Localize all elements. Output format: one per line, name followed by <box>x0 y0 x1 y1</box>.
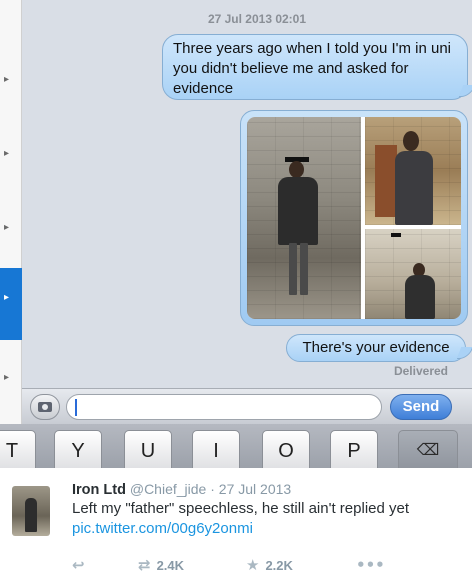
person-head <box>403 131 419 151</box>
key-u[interactable]: U <box>124 430 172 468</box>
selected-conversation[interactable]: ▸ <box>0 268 22 340</box>
camera-button[interactable] <box>30 394 60 420</box>
graduation-photo-full[interactable] <box>247 117 361 319</box>
tweet[interactable]: Iron Ltd @Chief_jide · 27 Jul 2013 Left … <box>0 468 472 582</box>
photo-message-bubble[interactable] <box>240 110 468 326</box>
tweet-text: Left my "father" speechless, he still ai… <box>72 500 410 517</box>
tweet-link[interactable]: pic.twitter.com/00g6y2onmi <box>72 520 253 537</box>
send-button[interactable]: Send <box>390 394 452 420</box>
favorite-button[interactable]: ★ 2.2K <box>246 556 293 574</box>
key-y[interactable]: Y <box>54 430 102 468</box>
bubble-tail <box>456 347 472 359</box>
tweet-header: Iron Ltd @Chief_jide · 27 Jul 2013 <box>72 481 291 498</box>
backspace-icon: ⌫ <box>416 442 440 459</box>
text-caret <box>75 399 77 416</box>
person-head <box>289 161 304 178</box>
message-input-bar: Send <box>22 388 472 424</box>
photo-collage[interactable] <box>247 117 461 319</box>
suit <box>395 151 433 225</box>
delete-key[interactable]: ⌫ <box>398 430 458 468</box>
chevron-right-icon[interactable]: ▸ <box>4 372 9 383</box>
key-i[interactable]: I <box>192 430 240 468</box>
retweet-button[interactable]: ⇄ 2.4K <box>138 556 184 574</box>
sent-message-bubble[interactable]: There's your evidence <box>286 334 472 362</box>
key-t[interactable]: T <box>0 430 36 468</box>
chevron-right-icon[interactable]: ▸ <box>4 222 9 233</box>
mortarboard-cap <box>391 233 401 237</box>
star-icon: ★ <box>246 556 260 574</box>
person-leg <box>300 243 308 295</box>
portrait-photo[interactable] <box>365 117 461 225</box>
delivery-status: Delivered <box>393 364 448 378</box>
display-name[interactable]: Iron Ltd <box>72 482 126 498</box>
keyboard: T Y U I O P ⌫ <box>0 424 472 468</box>
graduation-gown <box>405 275 435 319</box>
reply-button[interactable]: ↩ <box>72 556 91 574</box>
message-text: There's your evidence <box>302 339 450 356</box>
message-input[interactable] <box>66 394 382 420</box>
tweet-date[interactable]: 27 Jul 2013 <box>219 481 291 497</box>
more-button[interactable]: ••• <box>356 556 391 574</box>
chevron-right-icon[interactable]: ▸ <box>4 74 9 85</box>
avatar-figure <box>25 498 37 532</box>
message-text: Three years ago when I told you I'm in u… <box>173 40 452 97</box>
key-o[interactable]: O <box>262 430 310 468</box>
screenshot: ▸ ▸ ▸ ▸ ▸ 27 Jul 2013 02:01 Three years … <box>0 0 472 468</box>
graduation-gown <box>278 177 318 245</box>
door <box>375 145 397 217</box>
bubble-tail <box>458 85 472 97</box>
sent-message-bubble[interactable]: Three years ago when I told you I'm in u… <box>162 34 472 100</box>
person-leg <box>289 243 297 295</box>
message-timestamp: 27 Jul 2013 02:01 <box>207 12 307 26</box>
header-separator: · <box>210 481 215 497</box>
avatar[interactable] <box>12 486 50 536</box>
chevron-right-icon[interactable]: ▸ <box>4 148 9 159</box>
camera-icon <box>38 402 52 412</box>
retweet-count: 2.4K <box>156 558 185 573</box>
key-p[interactable]: P <box>330 430 378 468</box>
chevron-right-icon: ▸ <box>4 292 10 303</box>
cap-toss-photo[interactable] <box>365 229 461 319</box>
conversation-list-strip: ▸ ▸ ▸ ▸ ▸ <box>0 0 22 468</box>
favorite-count: 2.2K <box>265 558 293 573</box>
reply-icon: ↩ <box>72 556 85 574</box>
user-handle[interactable]: @Chief_jide <box>130 481 206 497</box>
message-thread[interactable]: 27 Jul 2013 02:01 Three years ago when I… <box>22 0 472 388</box>
more-icon: ••• <box>356 556 385 574</box>
retweet-icon: ⇄ <box>138 556 151 574</box>
